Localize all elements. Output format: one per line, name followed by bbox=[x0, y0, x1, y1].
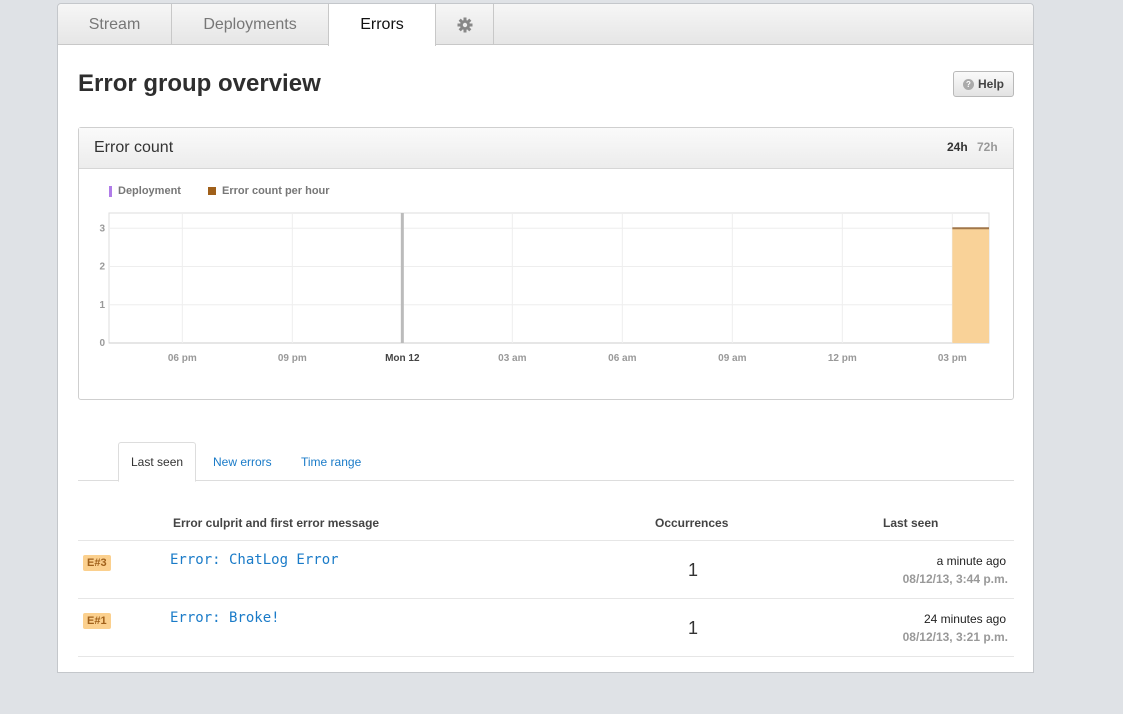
subtab-new-errors[interactable]: New errors bbox=[213, 442, 272, 481]
x-tick-label: 03 pm bbox=[938, 353, 967, 364]
column-occurrences[interactable]: Occurrences bbox=[655, 516, 728, 530]
table-row[interactable]: E#3 Error: ChatLog Error 1 a minute ago … bbox=[78, 540, 1014, 598]
x-tick-label: 09 pm bbox=[278, 353, 307, 364]
column-culprit[interactable]: Error culprit and first error message bbox=[173, 516, 379, 530]
x-tick-label: Mon 12 bbox=[385, 353, 420, 364]
tab-settings[interactable] bbox=[436, 4, 494, 45]
tab-errors[interactable]: Errors bbox=[328, 4, 436, 46]
y-tick-label: 3 bbox=[99, 223, 105, 234]
tab-stream[interactable]: Stream bbox=[58, 4, 172, 45]
legend-label: Deployment bbox=[118, 185, 181, 197]
legend-errors: Error count per hour bbox=[208, 185, 330, 197]
occurrences: 1 bbox=[687, 560, 698, 580]
x-tick-label: 06 am bbox=[608, 353, 636, 364]
x-tick-label: 03 am bbox=[498, 353, 526, 364]
subtab-time-range[interactable]: Time range bbox=[301, 442, 361, 481]
column-last-seen[interactable]: Last seen bbox=[883, 516, 938, 530]
help-label: Help bbox=[977, 77, 1004, 91]
range-72h[interactable]: 72h bbox=[977, 140, 998, 154]
help-button[interactable]: ? Help bbox=[953, 71, 1014, 97]
tab-bar: Stream Deployments Errors bbox=[58, 4, 1033, 46]
x-tick-label: 09 am bbox=[718, 353, 746, 364]
subtab-last-seen[interactable]: Last seen bbox=[118, 442, 197, 482]
plot-area bbox=[108, 212, 990, 344]
deployment-swatch bbox=[109, 185, 112, 197]
page-title: Error group overview bbox=[78, 70, 321, 97]
errors-swatch bbox=[208, 187, 216, 195]
error-count-card: Error count 24h 72h Deployment Error cou… bbox=[78, 127, 1014, 400]
error-badge: E#3 bbox=[83, 555, 111, 571]
occurrences: 1 bbox=[687, 618, 698, 638]
question-icon: ? bbox=[962, 78, 974, 90]
tab-deployments[interactable]: Deployments bbox=[172, 4, 329, 45]
y-tick-label: 0 bbox=[99, 338, 105, 349]
error-badge: E#1 bbox=[83, 613, 111, 629]
table-row[interactable]: E#1 Error: Broke! 1 24 minutes ago 08/12… bbox=[78, 598, 1014, 656]
card-title: Error count bbox=[94, 139, 174, 156]
last-seen-relative: 24 minutes ago bbox=[923, 612, 1006, 626]
main-panel: Stream Deployments Errors Error group ov… bbox=[57, 3, 1034, 673]
range-24h[interactable]: 24h bbox=[947, 140, 968, 154]
error-message-link[interactable]: Error: Broke! bbox=[170, 610, 280, 626]
table-row-divider bbox=[78, 656, 1014, 714]
last-seen-date: 08/12/13, 3:21 p.m. bbox=[902, 630, 1008, 644]
x-tick-label: 06 pm bbox=[168, 353, 197, 364]
gear-icon bbox=[457, 17, 472, 32]
last-seen-relative: a minute ago bbox=[936, 554, 1006, 568]
last-seen-date: 08/12/13, 3:44 p.m. bbox=[902, 572, 1008, 586]
legend-deployment: Deployment bbox=[109, 185, 181, 197]
error-bar bbox=[952, 228, 989, 343]
legend-label: Error count per hour bbox=[222, 185, 330, 197]
error-message-link[interactable]: Error: ChatLog Error bbox=[170, 552, 339, 568]
sort-tabs: Last seen New errors Time range bbox=[78, 442, 1014, 482]
x-tick-label: 12 pm bbox=[828, 353, 857, 364]
y-tick-label: 2 bbox=[99, 262, 105, 273]
error-chart: 0 1 2 3 06 pm 09 pm Mon 12 03 am 06 am 09 am 12 pm… bbox=[99, 212, 990, 364]
y-tick-label: 1 bbox=[99, 300, 105, 311]
